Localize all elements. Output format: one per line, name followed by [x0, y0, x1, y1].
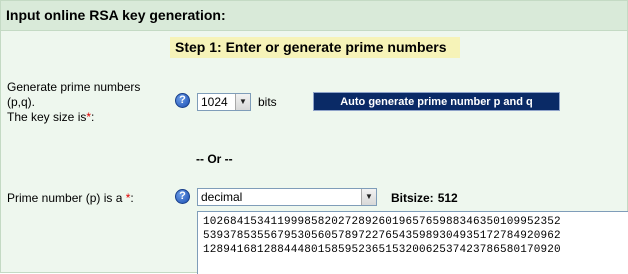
prime-p-textarea[interactable]: 1026841534119998582027289260196576598834…	[197, 211, 628, 274]
generate-label-line1: Generate prime numbers	[7, 80, 141, 94]
key-size-value: 1024	[201, 95, 228, 109]
prime-p-format-value: decimal	[201, 190, 243, 204]
prime-p-label-text: Prime number (p) is a	[7, 191, 126, 205]
prime-p-value-line: 1026841534119998582027289260196576598834…	[203, 216, 561, 228]
panel-header: Input online RSA key generation:	[1, 1, 627, 31]
rsa-generation-panel: Input online RSA key generation: Step 1:…	[0, 0, 628, 274]
bitsize-label: Bitsize:	[391, 191, 434, 205]
prime-p-value-line: 1289416812884448015859523651532006253742…	[203, 244, 561, 256]
step-title: Step 1: Enter or generate prime numbers	[170, 37, 460, 58]
generate-label-line2: (p,q).	[7, 95, 36, 109]
label-colon: :	[130, 191, 134, 205]
or-separator: -- Or --	[196, 152, 233, 166]
prime-p-bitsize: Bitsize: 512	[391, 191, 458, 205]
prime-p-value-line: 5393785355679530560578972276543598930493…	[203, 230, 561, 242]
auto-generate-button[interactable]: Auto generate prime number p and q	[313, 92, 560, 111]
prime-p-format-select[interactable]: decimal ▼	[197, 188, 377, 206]
page-title: Input online RSA key generation:	[6, 7, 226, 23]
chevron-down-icon[interactable]: ▼	[361, 189, 376, 205]
help-question-icon[interactable]: ?	[175, 93, 190, 108]
key-size-unit: bits	[258, 95, 277, 109]
key-size-select[interactable]: 1024 ▼	[197, 93, 251, 111]
chevron-down-icon[interactable]: ▼	[235, 94, 250, 110]
label-colon: :	[91, 110, 95, 124]
prime-p-label: Prime number (p) is a *:	[7, 191, 134, 206]
help-question-icon[interactable]: ?	[175, 189, 190, 204]
generate-label-line3: The key size is*:	[7, 110, 140, 125]
key-size-label: The key size is	[7, 110, 87, 124]
generate-primes-label: Generate prime numbers (p,q). The key si…	[7, 80, 140, 125]
bitsize-value: 512	[437, 191, 458, 205]
